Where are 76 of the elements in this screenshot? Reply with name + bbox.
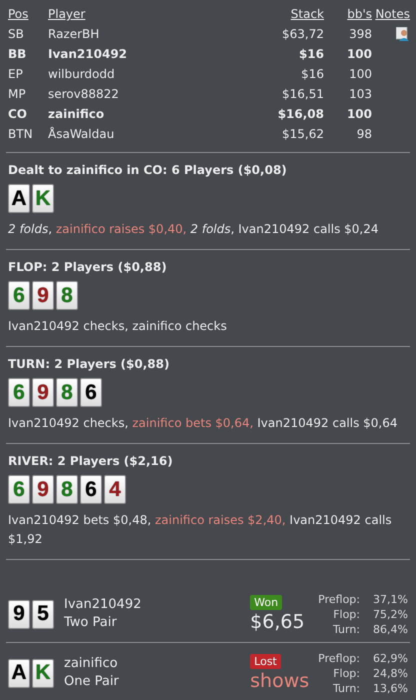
playing-card: 6 (80, 475, 102, 504)
player-name-cell-text: zainifico (48, 106, 106, 123)
equity-value: 86,4% (372, 622, 408, 636)
column-header[interactable]: Pos (8, 4, 48, 24)
playing-card: 6 (8, 281, 30, 310)
column-header[interactable]: Notes (372, 4, 410, 24)
equity-label: Preflop: (318, 592, 360, 606)
note-person-icon[interactable] (396, 27, 410, 41)
equity-value: 75,2% (372, 606, 408, 622)
stack-cell-text: $16,51 (281, 86, 324, 103)
equity-label: Preflop: (318, 650, 360, 666)
street-title: Dealt to zainifico in CO: 6 Players ($0,08) (8, 163, 288, 177)
playing-card: 9 (8, 600, 30, 628)
playing-card: 4 (104, 475, 126, 504)
player-name: zainifico (64, 655, 119, 673)
playing-card: 5 (32, 600, 54, 628)
stack-cell-text: $15,62 (281, 126, 324, 143)
position-cell-text: MP (8, 86, 27, 103)
playing-card: K (32, 658, 54, 688)
action-summary: Ivan210492 checks, zainifico bets $0,64, Ivan210492 calls $0,64 (8, 415, 399, 432)
action-summary: Ivan210492 checks, zainifico checks (8, 318, 228, 335)
equity-label: Flop: (332, 666, 360, 680)
column-header[interactable]: Player (48, 4, 254, 24)
stack-cell-text: $16 (298, 46, 324, 63)
outcome-badge: Won (250, 594, 282, 610)
outcome-badge: Lost (250, 654, 281, 668)
playing-card: 6 (8, 475, 30, 504)
playing-card: 6 (80, 378, 102, 407)
column-header[interactable]: bb's (324, 4, 372, 24)
bb-cell-text: 100 (346, 106, 372, 123)
playing-card: 8 (56, 378, 78, 407)
street-title: FLOP: 2 Players ($0,88) (8, 260, 168, 274)
action-summary: 2 folds, zainifico raises $0,40, 2 folds, Ivan210492 calls $0,24 (8, 221, 380, 238)
bb-cell-text: 398 (348, 26, 372, 43)
position-cell-text: BB (8, 46, 28, 63)
playing-card: A (8, 658, 30, 688)
stack-cell-text: $63,72 (281, 26, 324, 43)
playing-card: 9 (32, 378, 54, 407)
position-cell-text: BTN (8, 126, 34, 143)
player-name-cell-text: Ivan210492 (48, 46, 128, 63)
stack-cell-text: $16 (300, 66, 324, 83)
amount-label: $6,65 (250, 610, 305, 634)
player-name-cell-text: RazerBH (48, 26, 100, 43)
playing-card: 9 (32, 475, 54, 504)
hand-rank: Two Pair (64, 614, 118, 632)
stack-cell-text: $16,08 (276, 106, 324, 123)
bb-cell-text: 100 (348, 66, 372, 83)
bb-cell-text: 98 (356, 126, 372, 143)
equity-value: 62,9% (372, 650, 408, 666)
column-header[interactable]: Stack (254, 4, 324, 24)
equity-value: 13,6% (372, 680, 408, 696)
player-name-cell-text: wilburdodd (48, 66, 116, 83)
playing-card: 8 (56, 475, 78, 504)
position-cell-text: CO (8, 106, 28, 123)
action-summary: Ivan210492 bets $0,48, zainifico raises $2,40, Ivan210492 calls $1,92 (8, 512, 393, 548)
player-name-cell-text: serov88822 (48, 86, 120, 103)
street-title: TURN: 2 Players ($0,88) (8, 357, 170, 371)
equity-label: Flop: (332, 606, 360, 622)
equity-value: 37,1% (372, 592, 408, 606)
playing-card: A (8, 184, 30, 213)
hand-rank: One Pair (64, 673, 120, 691)
playing-card: K (32, 184, 54, 213)
amount-label: shows (250, 668, 310, 692)
equity-label: Turn: (332, 680, 360, 696)
street-title: RIVER: 2 Players ($2,16) (8, 454, 174, 468)
equity-label: Turn: (332, 622, 360, 636)
player-name-cell-text: ÅsaWaldau (48, 126, 116, 143)
playing-card: 6 (8, 378, 30, 407)
position-cell-text: EP (8, 66, 24, 83)
playing-card: 8 (56, 281, 78, 310)
equity-value: 24,8% (372, 666, 408, 680)
bb-cell-text: 100 (346, 46, 372, 63)
position-cell-text: SB (8, 26, 25, 43)
playing-card: 9 (32, 281, 54, 310)
bb-cell-text: 103 (348, 86, 372, 103)
player-name: Ivan210492 (64, 596, 142, 614)
